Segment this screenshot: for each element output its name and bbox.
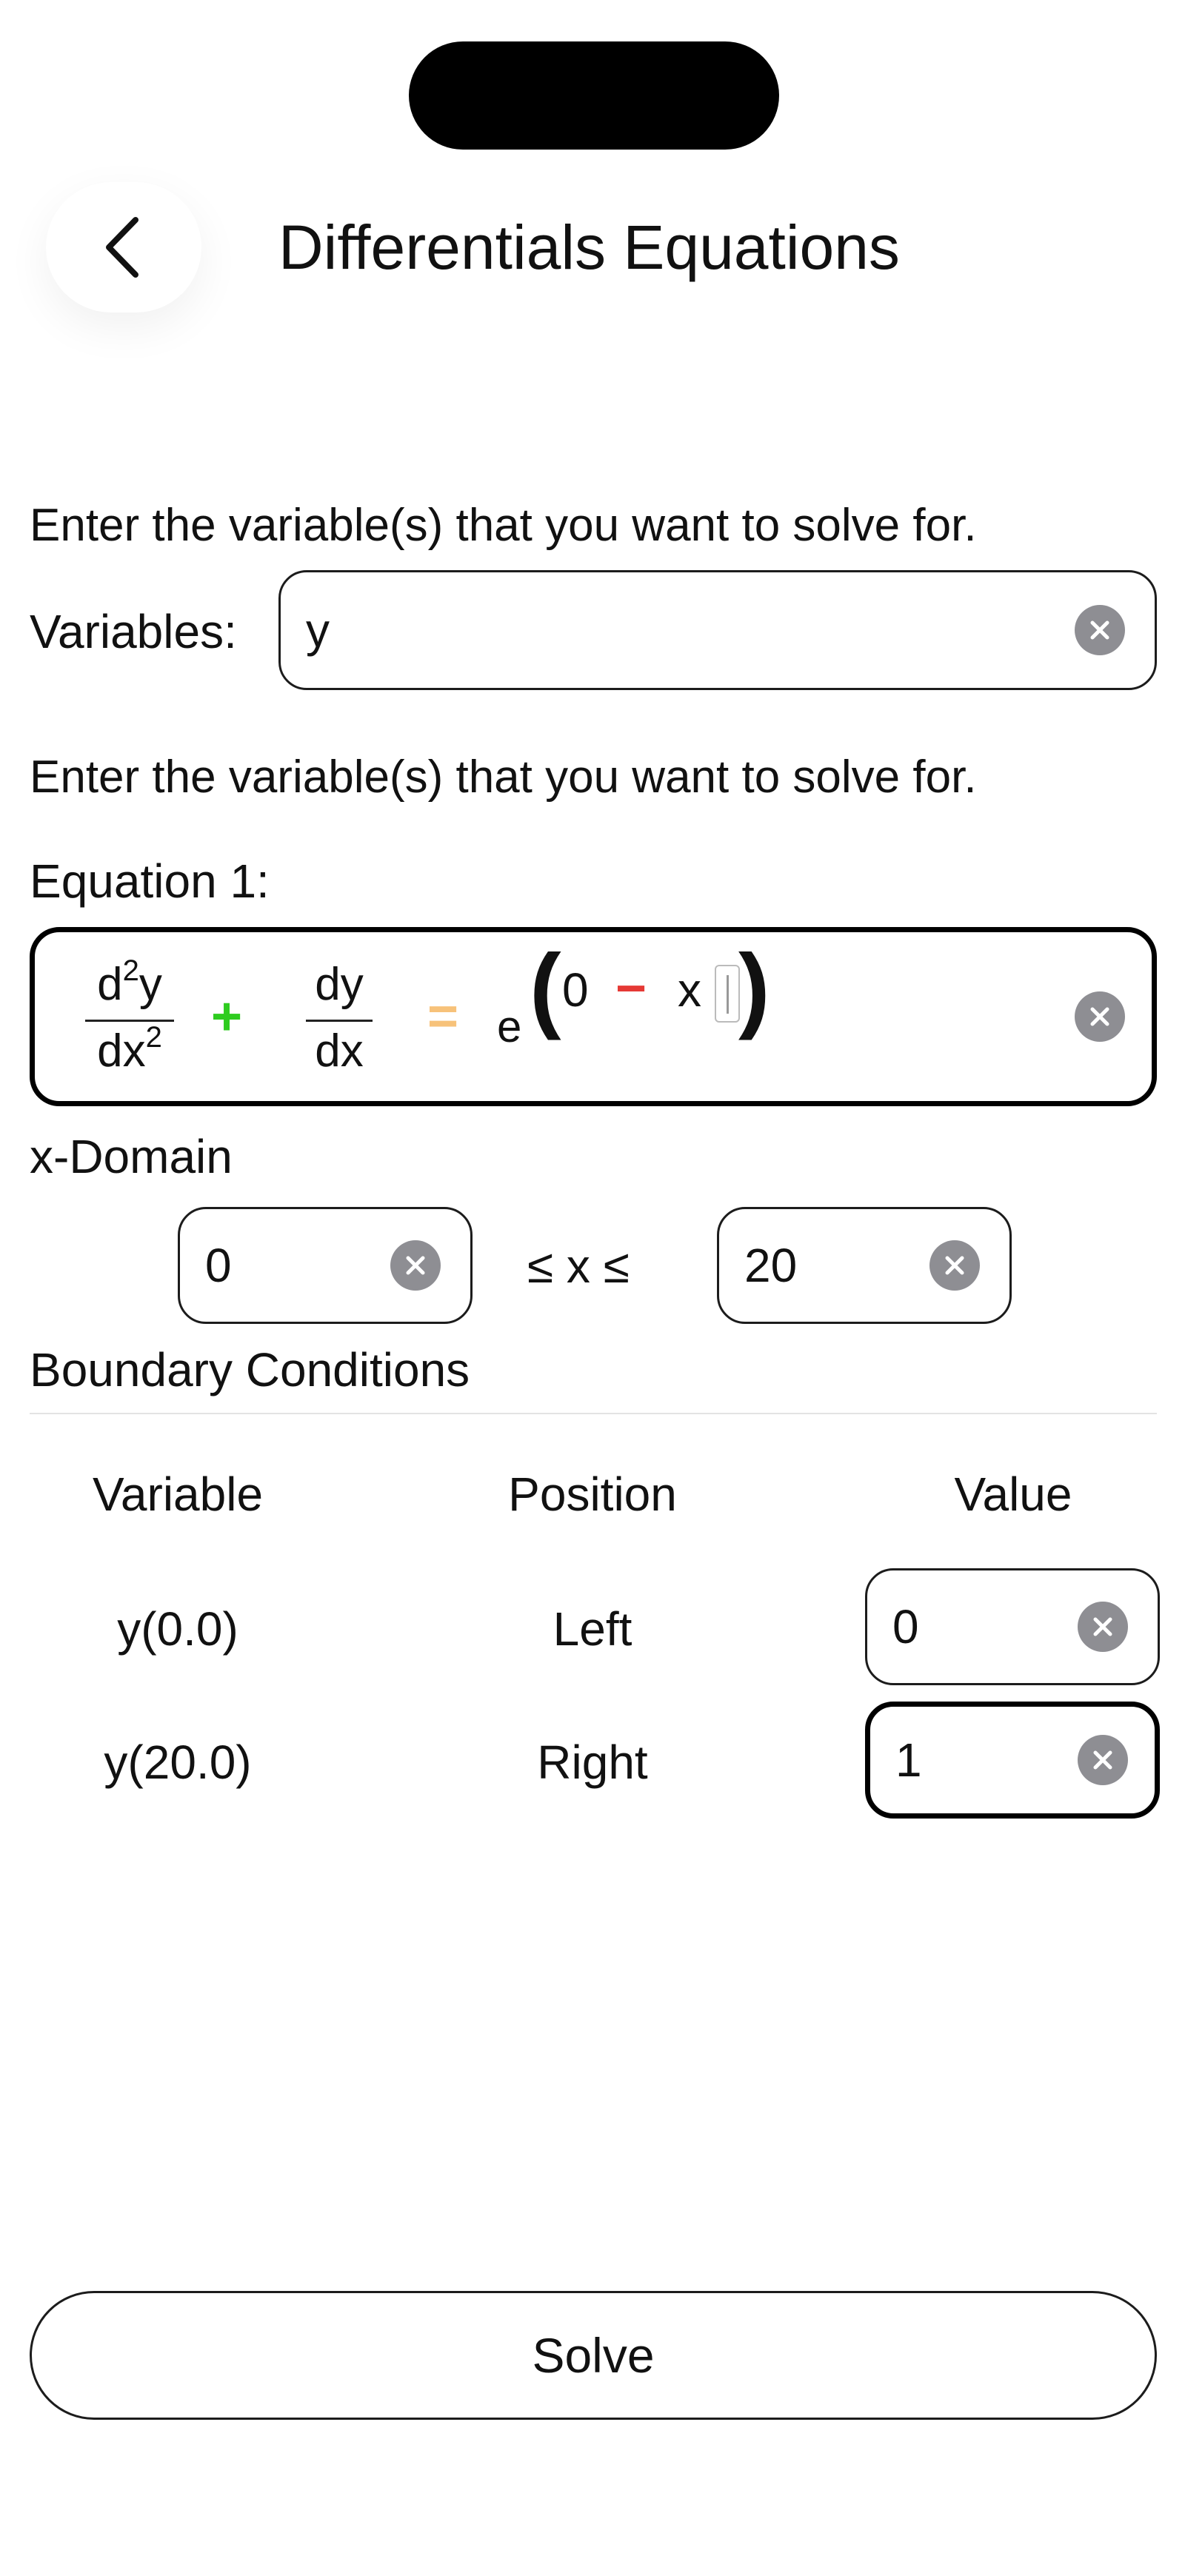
bc-row-2-variable: y(20.0) <box>104 1736 252 1789</box>
bc-row-1-value: 0 <box>892 1600 919 1653</box>
clear-bc-row-2-button[interactable] <box>1078 1735 1128 1785</box>
exponent-x: x <box>678 963 701 1017</box>
clear-lower-button[interactable] <box>390 1240 441 1291</box>
dynamic-island <box>409 41 779 150</box>
equation-instruction: Enter the variable(s) that you want to s… <box>30 752 977 803</box>
bc-row-1-position: Left <box>553 1602 632 1656</box>
equals-operator: = <box>427 987 459 1046</box>
close-icon <box>1090 1007 1109 1026</box>
open-paren: ( <box>530 935 561 1041</box>
exponent-zero: 0 <box>562 963 589 1017</box>
clear-variables-button[interactable] <box>1075 605 1125 655</box>
clear-bc-row-1-button[interactable] <box>1078 1602 1128 1652</box>
second-derivative-denominator: dx2 <box>97 1021 162 1077</box>
x-domain-relation: ≤ x ≤ <box>527 1240 630 1293</box>
column-header-variable: Variable <box>92 1468 264 1521</box>
x-domain-upper-input[interactable]: 20 <box>717 1207 1012 1324</box>
close-icon <box>406 1256 425 1275</box>
text-cursor <box>727 975 729 1014</box>
first-derivative-denominator: dx <box>315 1026 364 1077</box>
text-cursor-placeholder[interactable] <box>715 965 740 1023</box>
equation-label: Equation 1: <box>30 854 270 908</box>
variables-label: Variables: <box>30 605 237 658</box>
page-title: Differentials Equations <box>278 213 900 282</box>
section-divider <box>30 1413 1157 1414</box>
variables-instruction: Enter the variable(s) that you want to s… <box>30 500 977 551</box>
column-header-value: Value <box>954 1468 1072 1521</box>
close-icon <box>1090 620 1109 640</box>
close-paren: ) <box>738 935 770 1041</box>
second-derivative-fraction: d2y dx2 <box>85 953 174 1086</box>
solve-button-label: Solve <box>532 2328 655 2383</box>
x-domain-upper-value: 20 <box>744 1239 798 1292</box>
bc-row-1-variable: y(0.0) <box>117 1602 238 1656</box>
minus-operator: − <box>615 959 647 1018</box>
boundary-conditions-title: Boundary Conditions <box>30 1343 470 1396</box>
close-icon <box>1093 1750 1112 1770</box>
variables-value: y <box>306 603 330 657</box>
x-domain-label: x-Domain <box>30 1130 233 1183</box>
fraction-bar <box>306 1020 373 1022</box>
clear-upper-button[interactable] <box>929 1240 980 1291</box>
bc-row-2-position: Right <box>537 1736 648 1789</box>
bc-row-2-value-input[interactable]: 1 <box>865 1702 1160 1819</box>
equation-input[interactable]: d2y dx2 + dy dx = e ( 0 − x ) <box>30 927 1157 1106</box>
close-icon <box>1093 1617 1112 1636</box>
exponential-base: e <box>497 1002 522 1051</box>
first-derivative-numerator: dy <box>315 959 364 1010</box>
clear-equation-button[interactable] <box>1075 991 1125 1042</box>
bc-row-1-value-input[interactable]: 0 <box>865 1568 1160 1685</box>
close-icon <box>945 1256 964 1275</box>
column-header-position: Position <box>508 1468 677 1521</box>
variables-input[interactable]: y <box>278 570 1157 690</box>
solve-button[interactable]: Solve <box>30 2291 1157 2420</box>
first-derivative-fraction: dy dx <box>306 953 373 1086</box>
chevron-left-icon <box>106 217 138 278</box>
second-derivative-numerator: d2y <box>97 954 162 1010</box>
plus-operator: + <box>211 987 243 1046</box>
bc-row-2-value: 1 <box>895 1733 922 1787</box>
back-button[interactable] <box>46 182 201 312</box>
x-domain-lower-value: 0 <box>205 1239 232 1292</box>
screen: Differentials Equations Enter the variab… <box>0 0 1185 2576</box>
x-domain-lower-input[interactable]: 0 <box>178 1207 473 1324</box>
